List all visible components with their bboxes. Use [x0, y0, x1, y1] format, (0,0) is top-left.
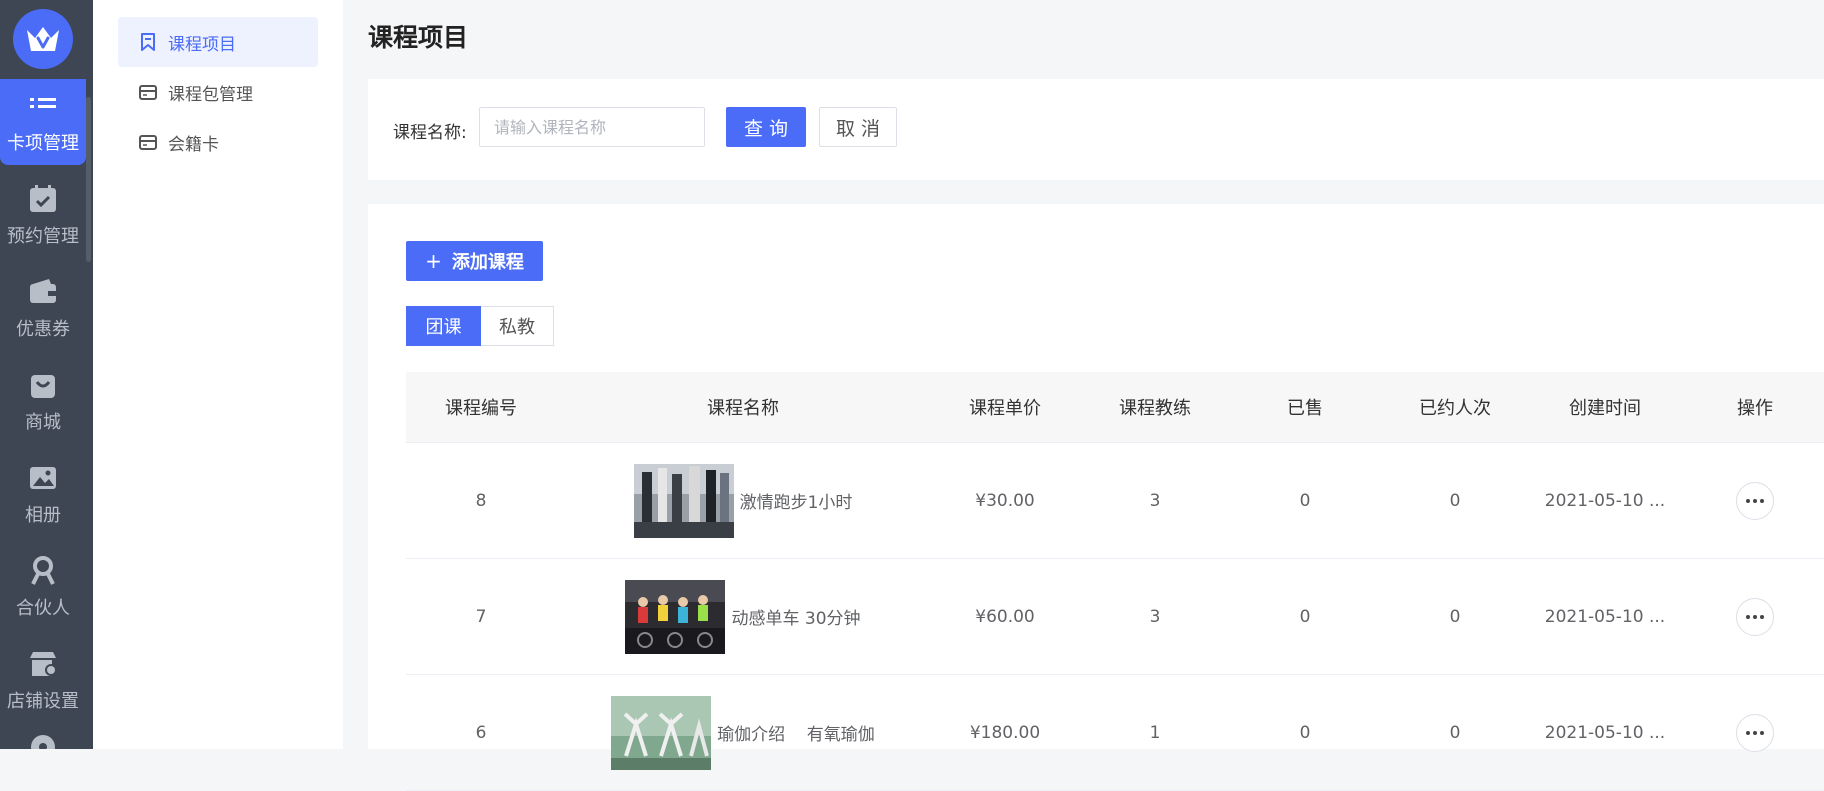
rail-item-label: 店铺设置 [7, 691, 79, 712]
cancel-button[interactable]: 取 消 [819, 107, 897, 147]
subnav-item-label: 课程项目 [168, 34, 236, 55]
store-settings-icon [26, 647, 60, 681]
table-row: 8 激情跑步1小时 ¥30.00 3 0 0 2021-05-10 ... [406, 443, 1824, 559]
column-header: 课程编号 [445, 398, 517, 419]
course-name-cell: 瑜伽介绍 有氧瑜伽 [556, 695, 930, 770]
rail-scrollbar[interactable] [86, 97, 91, 262]
shopping-bag-icon [26, 368, 60, 402]
rail-item-label: 商城 [25, 412, 61, 433]
course-coach: 3 [1149, 490, 1161, 511]
more-actions-button[interactable] [1736, 597, 1774, 636]
wallet-icon [26, 275, 60, 309]
list-icon [26, 89, 60, 123]
course-price: ¥180.00 [969, 722, 1041, 743]
course-sold: 0 [1299, 490, 1311, 511]
rail-item-label: 卡项管理 [7, 133, 79, 154]
course-name-label: 课程名称: [393, 123, 467, 143]
course-name: 激情跑步1小时 [739, 493, 853, 513]
sub-nav: 课程项目 课程包管理 会籍卡 [93, 0, 343, 749]
course-created: 2021-05-10 ... [1544, 722, 1666, 743]
rail-item-booking[interactable]: 预约管理 [0, 172, 86, 258]
row-actions [1680, 597, 1824, 636]
course-coach: 1 [1149, 722, 1161, 743]
rail-item-store-settings[interactable]: 店铺设置 [0, 637, 86, 723]
rail-item-label: 相册 [25, 505, 61, 526]
course-booked: 0 [1449, 490, 1461, 511]
crown-icon [27, 27, 59, 51]
subnav-item-label: 会籍卡 [168, 134, 219, 155]
app-logo[interactable] [13, 9, 73, 69]
table-row: 7 动感单车 30分钟 ¥60.00 3 0 0 2021-05-10 ... [406, 559, 1824, 675]
rail-item-mall[interactable]: 商城 [0, 358, 86, 444]
page-title: 课程项目 [368, 23, 469, 52]
rail-item-label: 优惠券 [16, 319, 70, 340]
course-list-card: + 添加课程 团课 私教 课程编号 课程名称 课程单价 课程教练 已售 已约人次… [368, 204, 1824, 791]
course-booked: 0 [1449, 722, 1461, 743]
course-type-tabs: 团课 私教 [406, 306, 554, 346]
course-thumbnail [625, 579, 726, 654]
rail-item-album[interactable]: 相册 [0, 451, 86, 537]
partial-icon [26, 730, 60, 749]
column-header: 操作 [1737, 398, 1773, 419]
rail-item-label: 合伙人 [16, 598, 70, 619]
more-actions-button[interactable] [1736, 713, 1774, 752]
course-coach: 3 [1149, 606, 1161, 627]
photo-album-icon [26, 461, 60, 495]
partner-icon [26, 554, 60, 588]
course-thumbnail [611, 695, 712, 770]
plus-icon: + [425, 249, 442, 273]
course-id: 6 [475, 722, 487, 743]
course-created: 2021-05-10 ... [1544, 490, 1666, 511]
main-nav-rail: 卡项管理 预约管理 优惠券 商城 相册 合伙人 店铺设置 [0, 0, 93, 749]
subnav-item-course-projects[interactable]: 课程项目 [118, 17, 318, 67]
course-thumbnail [633, 463, 734, 538]
course-booked: 0 [1449, 606, 1461, 627]
search-button[interactable]: 查 询 [726, 107, 806, 147]
row-actions [1680, 481, 1824, 520]
more-actions-button[interactable] [1736, 481, 1774, 520]
rail-item-card-management[interactable]: 卡项管理 [0, 79, 86, 165]
course-id: 8 [475, 490, 487, 511]
course-sold: 0 [1299, 606, 1311, 627]
column-header: 课程教练 [1119, 398, 1191, 419]
column-header: 课程单价 [969, 398, 1041, 419]
course-table: 课程编号 课程名称 课程单价 课程教练 已售 已约人次 创建时间 操作 8 激情… [406, 372, 1824, 791]
table-header: 课程编号 课程名称 课程单价 课程教练 已售 已约人次 创建时间 操作 [406, 372, 1824, 443]
course-name-cell: 动感单车 30分钟 [556, 579, 930, 654]
tab-group-class[interactable]: 团课 [406, 306, 481, 346]
bookmark-icon [138, 32, 158, 52]
column-header: 已约人次 [1419, 398, 1491, 419]
column-header: 创建时间 [1569, 398, 1641, 419]
rail-item-partner[interactable]: 合伙人 [0, 544, 86, 630]
course-price: ¥30.00 [975, 490, 1035, 511]
tab-private-class[interactable]: 私教 [481, 306, 554, 346]
course-price: ¥60.00 [975, 606, 1035, 627]
subnav-item-course-package[interactable]: 课程包管理 [118, 67, 318, 117]
rail-item-label: 预约管理 [7, 226, 79, 247]
table-row: 6 瑜伽介绍 有氧瑜伽 ¥180.00 1 0 0 2021-05-10 ... [406, 675, 1824, 791]
card-icon [138, 132, 158, 152]
course-name: 动感单车 30分钟 [731, 609, 861, 629]
rail-item-more[interactable] [0, 730, 86, 749]
add-course-label: 添加课程 [451, 252, 524, 273]
subnav-item-label: 课程包管理 [168, 84, 253, 105]
rail-item-coupon[interactable]: 优惠券 [0, 265, 86, 351]
course-name-cell: 激情跑步1小时 [556, 463, 930, 538]
course-name: 瑜伽介绍 有氧瑜伽 [717, 725, 875, 745]
course-sold: 0 [1299, 722, 1311, 743]
course-created: 2021-05-10 ... [1544, 606, 1666, 627]
subnav-item-membership-card[interactable]: 会籍卡 [118, 117, 318, 167]
card-icon [138, 82, 158, 102]
column-header: 课程名称 [707, 398, 779, 419]
add-course-button[interactable]: + 添加课程 [406, 241, 543, 281]
calendar-check-icon [26, 182, 60, 216]
column-header: 已售 [1287, 398, 1323, 419]
filter-card: 课程名称: 查 询 取 消 [368, 79, 1824, 180]
row-actions [1680, 713, 1824, 752]
course-id: 7 [475, 606, 487, 627]
course-name-input[interactable] [479, 107, 705, 147]
